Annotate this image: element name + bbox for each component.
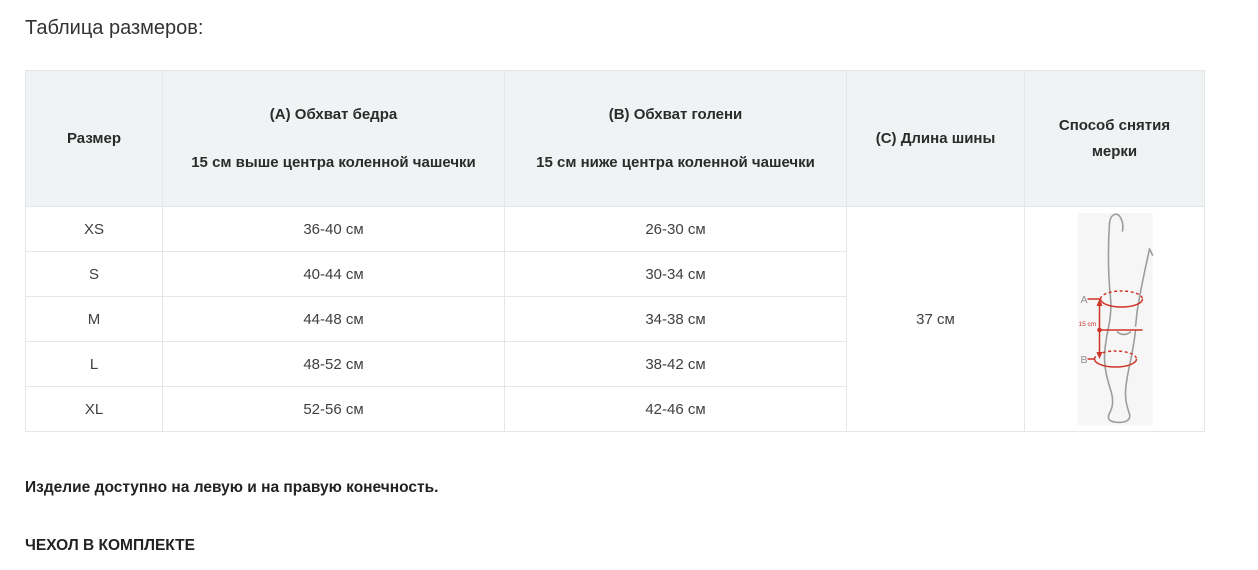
header-thigh-title: (A) Обхват бедра	[270, 105, 397, 125]
splint-length-cell: 37 см	[847, 207, 1025, 432]
cover-included-note: ЧЕХОЛ В КОМПЛЕКТЕ	[25, 535, 1233, 557]
size-table-body: XS 36-40 см 26-30 см 37 см	[26, 207, 1205, 432]
label-b: B	[1080, 354, 1087, 366]
diagram-background	[1077, 213, 1152, 425]
leg-measurement-illustration: 15 cm A B	[1076, 213, 1154, 425]
availability-note: Изделие доступно на левую и на правую ко…	[25, 477, 1233, 499]
distance-label: 15 cm	[1078, 321, 1096, 328]
measurement-diagram-cell: 15 cm A B	[1025, 207, 1205, 432]
measurement-diagram: 15 cm A B	[1025, 213, 1204, 425]
header-row: Размер (A) Обхват бедра 15 см выше центр…	[26, 71, 1205, 207]
page-title: Таблица размеров:	[25, 14, 1233, 42]
header-splint-length: (C) Длина шины	[847, 71, 1025, 207]
header-thigh-subtitle: 15 см выше центра коленной чашечки	[191, 153, 476, 173]
size-table: Размер (A) Обхват бедра 15 см выше центр…	[25, 70, 1205, 432]
header-measuring-method: Способ снятия мерки	[1025, 71, 1205, 207]
size-cell: S	[26, 252, 163, 297]
size-cell: XL	[26, 387, 163, 432]
header-thigh: (A) Обхват бедра 15 см выше центра колен…	[163, 71, 505, 207]
size-table-header: Размер (A) Обхват бедра 15 см выше центр…	[26, 71, 1205, 207]
header-size: Размер	[26, 71, 163, 207]
table-row-xs: XS 36-40 см 26-30 см 37 см	[26, 207, 1205, 252]
header-thigh-stack: (A) Обхват бедра 15 см выше центра колен…	[173, 105, 494, 173]
label-a: A	[1080, 294, 1087, 306]
size-cell: XS	[26, 207, 163, 252]
thigh-cell: 44-48 см	[163, 297, 505, 342]
shin-cell: 38-42 см	[505, 342, 847, 387]
shin-cell: 30-34 см	[505, 252, 847, 297]
shin-cell: 42-46 см	[505, 387, 847, 432]
thigh-cell: 40-44 см	[163, 252, 505, 297]
shin-cell: 26-30 см	[505, 207, 847, 252]
header-shin-stack: (B) Обхват голени 15 см ниже центра коле…	[515, 105, 836, 173]
header-shin-subtitle: 15 см ниже центра коленной чашечки	[536, 153, 815, 173]
thigh-cell: 36-40 см	[163, 207, 505, 252]
header-shin-title: (B) Обхват голени	[609, 105, 743, 125]
thigh-cell: 48-52 см	[163, 342, 505, 387]
thigh-cell: 52-56 см	[163, 387, 505, 432]
size-cell: L	[26, 342, 163, 387]
size-cell: M	[26, 297, 163, 342]
size-table-page: Таблица размеров: Размер (A) Обхват бедр…	[0, 0, 1258, 557]
header-shin: (B) Обхват голени 15 см ниже центра коле…	[505, 71, 847, 207]
shin-cell: 34-38 см	[505, 297, 847, 342]
